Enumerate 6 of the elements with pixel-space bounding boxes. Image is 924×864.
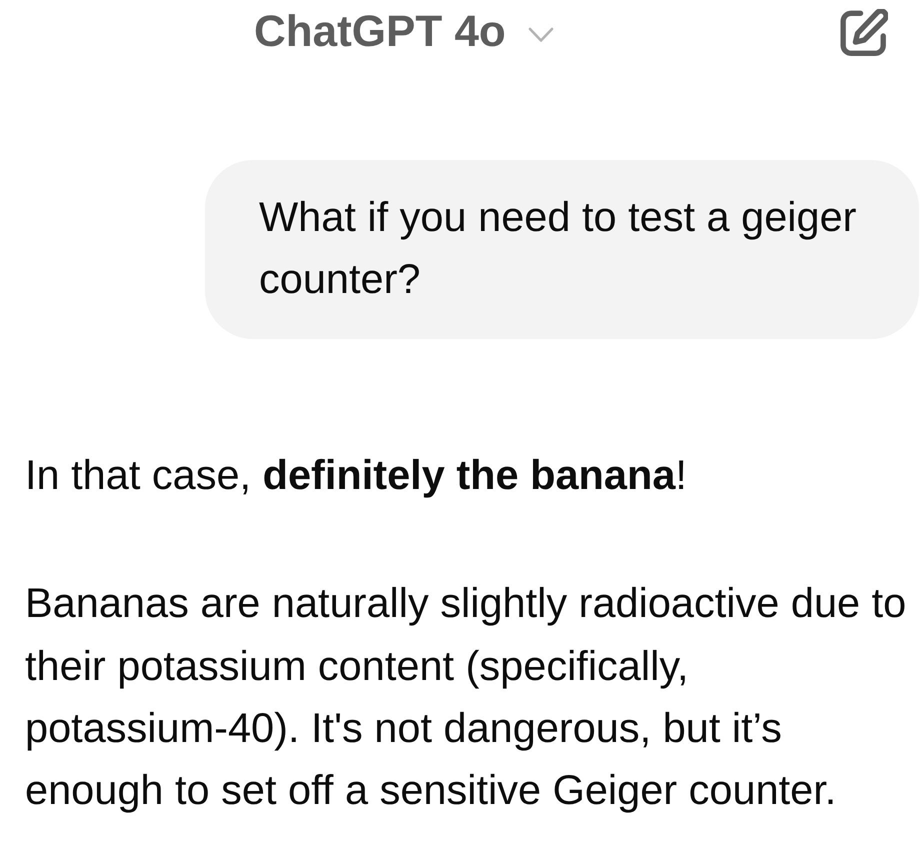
model-selector[interactable]: ChatGPT 4o: [254, 6, 554, 58]
response-paragraph: In that case, definitely the banana!: [25, 450, 688, 500]
chevron-down-icon: [528, 27, 554, 43]
edit-icon[interactable]: [840, 8, 888, 56]
response-paragraph: Bananas are naturally slightly radioactive due to their potassium content (specifically, potassium-40). It's not dangerous, but it’s enough to set off a sensitive Geiger counter.: [25, 578, 908, 816]
user-message: What if you need to test a geiger counter?: [205, 160, 919, 339]
